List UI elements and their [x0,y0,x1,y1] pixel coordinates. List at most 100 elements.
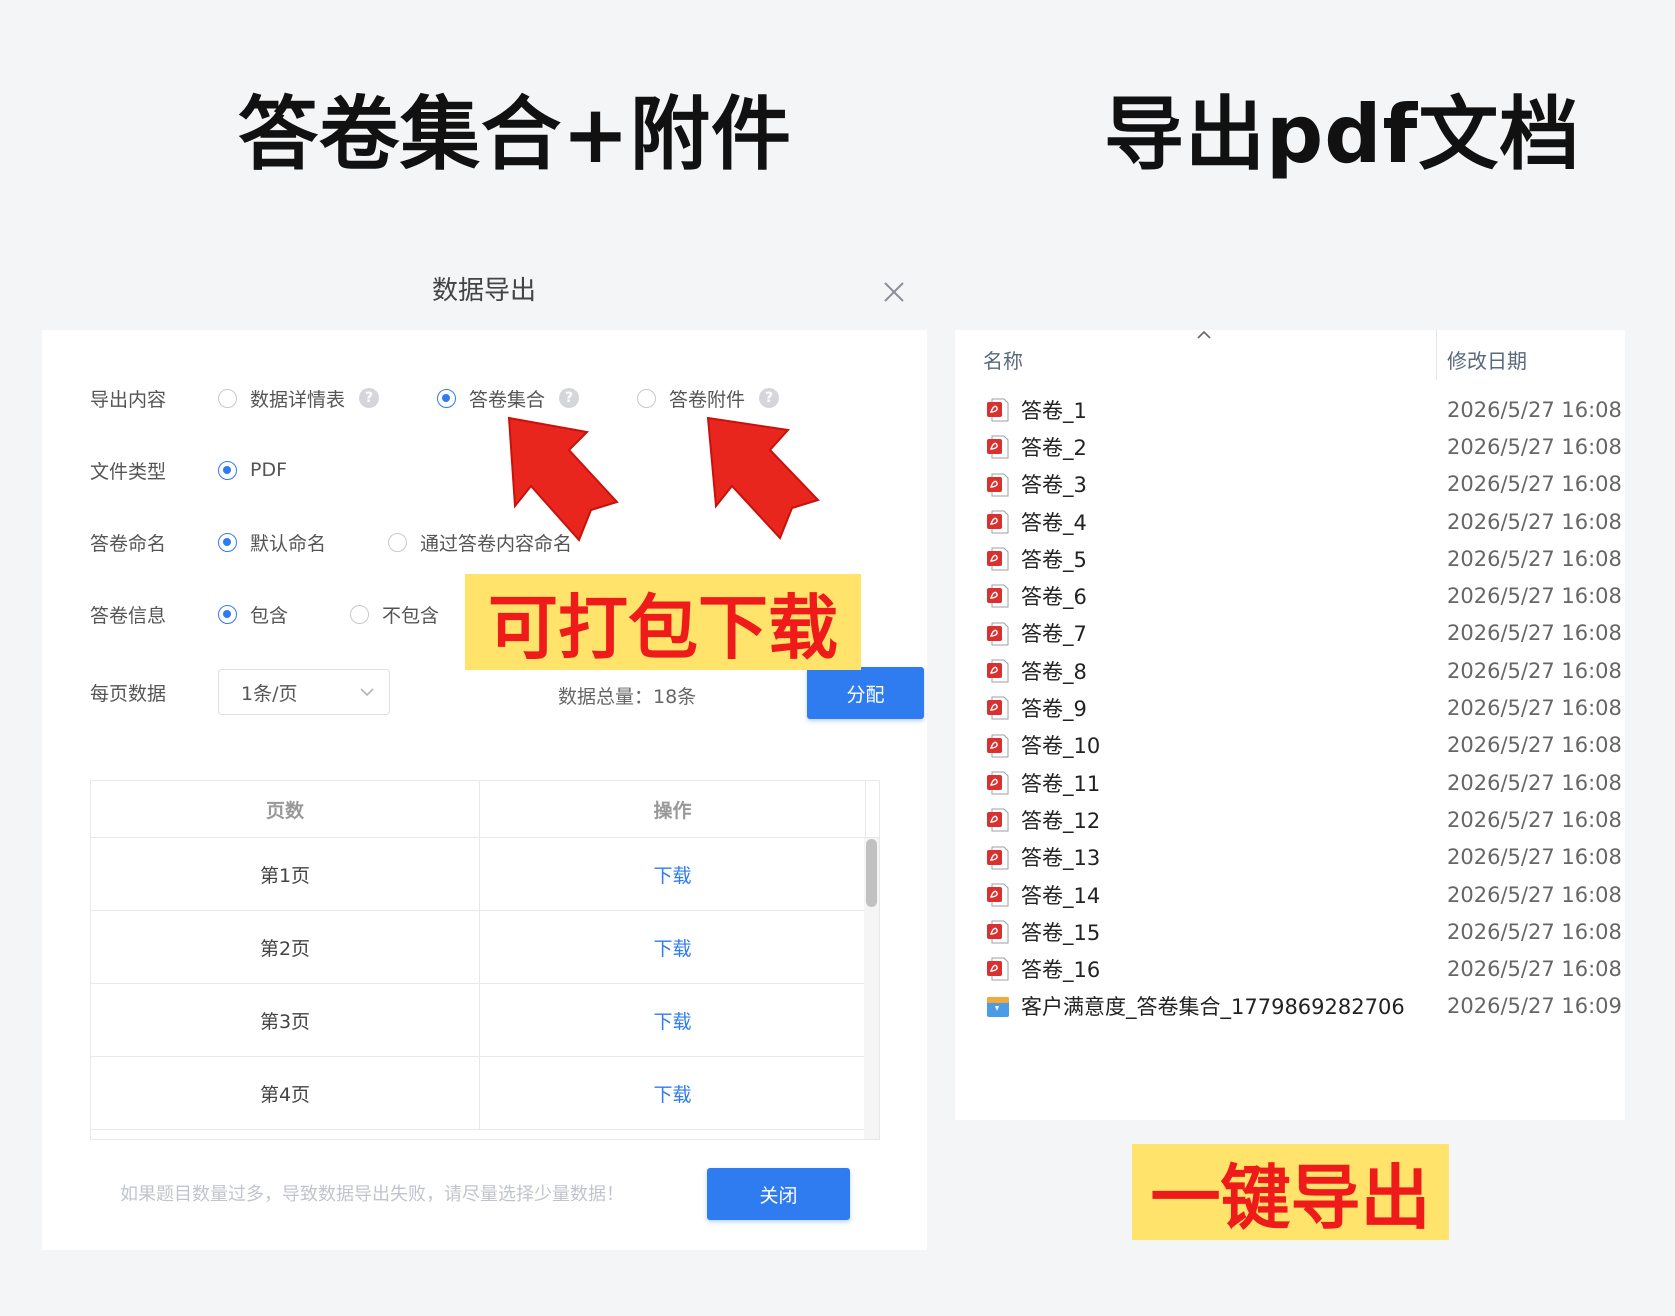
per-page-value: 1条/页 [241,682,298,705]
file-name: 答卷_1 [1021,398,1087,423]
file-explorer: 名称 修改日期 答卷_1 2026/5/27 16:08 答卷_2 2026/5/27… [955,330,1625,1120]
radio-label: 答卷集合 [469,388,546,411]
radio-attachment[interactable]: 答卷附件 ? [637,385,780,412]
file-date: 2026/5/27 16:08 [1447,696,1622,721]
radio-collection[interactable]: 答卷集合 ? [437,385,580,412]
radio-exclude[interactable]: 不包含 [350,601,439,628]
file-name: 答卷_5 [1021,547,1087,572]
column-date[interactable]: 修改日期 [1447,345,1527,374]
file-row[interactable]: 答卷_13 2026/5/27 16:08 [955,839,1625,876]
radio-circle[interactable] [218,388,237,408]
export-content-label: 导出内容 [90,388,167,411]
radio-circle[interactable] [388,532,408,552]
pdf-file-icon [987,771,1009,795]
radio-circle[interactable] [218,604,237,624]
radio-pdf[interactable]: PDF [218,459,287,481]
radio-content-name[interactable]: 通过答卷内容命名 [388,529,572,556]
file-date: 2026/5/27 16:08 [1447,919,1622,944]
file-row[interactable]: 答卷_1 2026/5/27 16:08 [955,391,1625,428]
file-name: 答卷_10 [1021,734,1101,759]
file-row[interactable]: 答卷_10 2026/5/27 16:08 [955,727,1625,764]
file-name: 答卷_6 [1021,585,1087,610]
radio-data-detail[interactable]: 数据详情表 ? [218,385,380,412]
pdf-file-icon [987,659,1009,683]
radio-circle[interactable] [637,388,657,408]
export-dialog: 导出内容 数据详情表 ? 答卷集合 ? 答卷附件 ? 文件类型 PDF 答卷命名… [42,330,927,1250]
file-row[interactable]: 客户满意度_答卷集合_1779869282706 2026/5/27 16:09 [955,988,1625,1025]
table-header: 页数 操作 [91,781,879,838]
radio-label: 数据详情表 [250,388,346,411]
export-content-row: 导出内容 数据详情表 ? 答卷集合 ? 答卷附件 ? [90,378,780,418]
table-row: 第4页 下载 [91,1057,879,1130]
file-name: 答卷_11 [1021,771,1101,796]
radio-label: 包含 [250,604,289,627]
file-row[interactable]: 答卷_15 2026/5/27 16:08 [955,913,1625,950]
file-date: 2026/5/27 16:08 [1447,733,1622,758]
question-circle-icon[interactable]: ? [559,388,580,408]
file-row[interactable]: 答卷_12 2026/5/27 16:08 [955,801,1625,838]
radio-default-name[interactable]: 默认命名 [218,529,326,556]
file-name: 答卷_7 [1021,622,1087,647]
question-circle-icon[interactable]: ? [759,388,780,408]
scroll-thumb[interactable] [866,839,877,907]
info-row: 答卷信息 包含 不包含 [90,594,439,634]
file-row[interactable]: 答卷_2 2026/5/27 16:08 [955,428,1625,465]
download-link[interactable]: 下载 [653,1007,691,1034]
file-row[interactable]: 答卷_3 2026/5/27 16:08 [955,466,1625,503]
file-name: 答卷_12 [1021,808,1101,833]
radio-circle[interactable] [218,532,237,552]
sort-up-icon [1197,330,1211,339]
radio-circle[interactable] [350,604,370,624]
radio-circle[interactable] [437,388,457,408]
header-action: 操作 [480,781,866,837]
column-name[interactable]: 名称 [983,345,1023,374]
pdf-file-icon [987,696,1009,720]
close-icon[interactable] [880,278,908,306]
table-scrollbar[interactable] [864,838,879,1139]
download-link[interactable]: 下载 [653,1080,691,1107]
file-row[interactable]: 答卷_7 2026/5/27 16:08 [955,615,1625,652]
per-page-row: 每页数据 1条/页 数据总量：18条 分配 [90,667,924,719]
file-row[interactable]: 答卷_5 2026/5/27 16:08 [955,540,1625,577]
file-list: 答卷_1 2026/5/27 16:08 答卷_2 2026/5/27 16:08 答卷… [955,391,1625,1025]
file-date: 2026/5/27 16:09 [1447,994,1622,1019]
badge-pack-download: 可打包下载 [465,574,861,670]
question-circle-icon[interactable]: ? [359,388,380,408]
headline-right: 导出pdf文档 [1104,88,1581,181]
file-row[interactable]: 答卷_9 2026/5/27 16:08 [955,689,1625,726]
data-total: 数据总量：18条 [558,686,697,708]
close-button[interactable]: 关闭 [707,1168,850,1220]
file-date: 2026/5/27 16:08 [1447,807,1622,832]
file-row[interactable]: 答卷_14 2026/5/27 16:08 [955,876,1625,913]
naming-row: 答卷命名 默认命名 通过答卷内容命名 [90,522,572,562]
pdf-file-icon [987,734,1009,758]
file-row[interactable]: 答卷_8 2026/5/27 16:08 [955,652,1625,689]
radio-include[interactable]: 包含 [218,601,288,628]
download-link[interactable]: 下载 [653,861,691,888]
file-date: 2026/5/27 16:08 [1447,472,1622,497]
file-name: 答卷_9 [1021,697,1087,722]
radio-label: 默认命名 [250,532,327,555]
radio-label: 通过答卷内容命名 [420,532,573,555]
file-date: 2026/5/27 16:08 [1447,658,1622,683]
dialog-title: 数据导出 [432,276,537,306]
file-date: 2026/5/27 16:08 [1447,621,1622,646]
download-link[interactable]: 下载 [653,934,691,961]
file-row[interactable]: 答卷_6 2026/5/27 16:08 [955,577,1625,614]
file-date: 2026/5/27 16:08 [1447,509,1622,534]
pdf-file-icon [987,398,1009,422]
column-divider[interactable] [1436,330,1437,380]
file-row[interactable]: 答卷_4 2026/5/27 16:08 [955,503,1625,540]
file-date: 2026/5/27 16:08 [1447,770,1622,795]
pdf-file-icon [987,808,1009,832]
per-page-label: 每页数据 [90,682,167,705]
file-type-label: 文件类型 [90,460,167,483]
file-row[interactable]: 答卷_11 2026/5/27 16:08 [955,764,1625,801]
per-page-select[interactable]: 1条/页 [218,669,390,715]
assign-button[interactable]: 分配 [807,667,924,719]
table-row: 第3页 下载 [91,984,879,1057]
radio-label: 答卷附件 [669,388,746,411]
radio-circle[interactable] [218,460,237,480]
file-date: 2026/5/27 16:08 [1447,584,1622,609]
file-row[interactable]: 答卷_16 2026/5/27 16:08 [955,950,1625,987]
